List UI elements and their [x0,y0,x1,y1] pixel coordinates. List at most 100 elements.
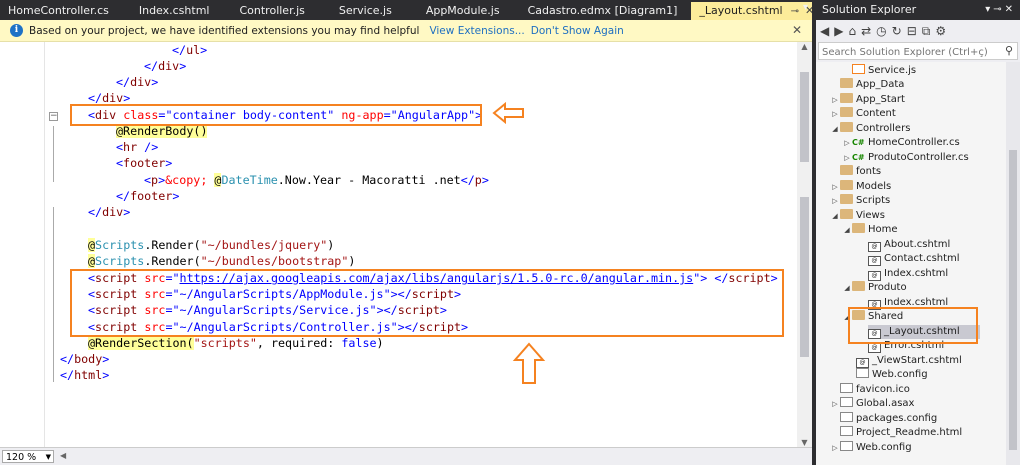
back-icon[interactable]: ◀ [820,24,829,38]
csharp-file-icon: C# [852,138,865,147]
config-file-icon [856,368,869,378]
tree-item[interactable]: ◢ Produto [842,281,907,295]
search-icon[interactable]: ⚲ [1005,44,1013,57]
tree-item[interactable]: Service.js [852,64,916,78]
dont-show-again-link[interactable]: Don't Show Again [531,25,624,37]
tree-item[interactable]: Web.config [856,368,928,382]
collapse-icon[interactable]: ◢ [830,122,840,136]
pane-controls-icon[interactable]: ▾⊸✕ [985,0,1016,20]
tree-item[interactable]: @ _ViewStart.cshtml [856,354,962,368]
cshtml-file-icon: @ [868,271,881,281]
refresh-icon[interactable]: ↻ [892,24,902,38]
code-line: @RenderSection("scripts", required: fals… [88,336,384,350]
properties-icon[interactable]: ⚙ [935,24,946,38]
folder-icon [840,78,853,88]
tab-index[interactable]: Index.cshtml [131,2,218,20]
tree-item[interactable]: packages.config [840,412,937,426]
tree-item[interactable]: ▷ Content [830,107,896,121]
scroll-thumb[interactable] [1009,150,1017,450]
code-line: <footer> [116,156,173,170]
tree-item[interactable]: ▷ Scripts [830,194,890,208]
collapse-all-icon[interactable]: ⊟ [907,24,917,38]
cshtml-file-icon: @ [868,256,881,266]
code-line: <hr /> [116,140,159,154]
expand-icon[interactable]: ▷ [842,151,852,165]
tab-layout-label: _Layout.cshtml [699,4,783,17]
collapse-icon[interactable]: ◢ [842,281,852,295]
scroll-thumb[interactable] [800,72,809,162]
view-extensions-link[interactable]: View Extensions... [429,25,524,37]
expand-icon[interactable]: ▷ [830,93,840,107]
tree-item[interactable]: ▷ C# ProdutoController.cs [842,151,968,165]
scroll-up-icon[interactable]: ▲ [797,42,812,51]
tree-item[interactable]: ◢ Home [842,223,898,237]
info-message: Based on your project, we have identifie… [29,24,420,37]
tree-item[interactable]: favicon.ico [840,383,910,397]
history-icon[interactable]: ◷ [876,24,886,38]
outline-guide [53,126,54,182]
tree-item[interactable]: ▷ Web.config [830,441,912,455]
editor-status-bar: 120 % ▼ ◀ [0,447,812,465]
highlight-box-scripts [70,269,784,337]
config-file-icon [840,441,853,451]
home-icon[interactable]: ⌂ [848,24,856,38]
tree-item[interactable]: ▷ Models [830,180,891,194]
scroll-left-icon[interactable]: ◀ [60,451,66,460]
tree-item[interactable]: ▷ App_Start [830,93,905,107]
cshtml-file-icon: @ [856,358,869,368]
tab-service-js[interactable]: Service.js [331,2,400,20]
folder-icon [852,281,865,291]
tab-overflow-icon[interactable]: ▾ [803,2,808,13]
solution-search-input[interactable] [819,43,994,61]
scroll-down-icon[interactable]: ▼ [797,438,812,447]
tree-item[interactable]: @ About.cshtml [868,238,950,252]
tree-item[interactable]: ◢ Controllers [830,122,910,136]
highlight-box-layout [848,307,978,344]
tree-item[interactable]: App_Data [830,78,904,92]
solution-scrollbar[interactable] [1006,62,1020,465]
folder-icon [840,209,853,219]
code-area[interactable]: − </ul> </div> </div> </div> <div class=… [0,42,797,447]
tree-item[interactable]: fonts [830,165,881,179]
vertical-scrollbar[interactable]: ▲ ▼ [797,42,812,447]
sync-icon[interactable]: ⇄ [861,24,871,38]
code-line: </body> [60,352,110,366]
tree-item[interactable]: @ Contact.cshtml [868,252,960,266]
solution-explorer: Solution Explorer ▾⊸✕ ◀ ▶ ⌂ ⇄ ◷ ↻ ⊟ ⧉ ⚙ … [812,0,1020,465]
tree-item[interactable]: ◢ Views [830,209,885,223]
tree-item[interactable]: ▷ Global.asax [830,397,914,411]
tree-item[interactable]: Project_Readme.html [840,426,962,440]
code-line: </html> [60,368,110,382]
collapse-icon[interactable]: ◢ [830,209,840,223]
expand-icon[interactable]: ▷ [842,136,852,150]
code-editor[interactable]: HomeController.cs Index.cshtml Controlle… [0,0,823,465]
pin-icon[interactable]: ⊸ [791,6,799,17]
solution-search[interactable]: ⚲ [818,42,1018,61]
code-line: <p>&copy; @DateTime.Now.Year - Macoratti… [144,173,489,187]
info-bar: i Based on your project, we have identif… [0,20,812,42]
up-arrow-icon [512,342,546,384]
show-all-icon[interactable]: ⧉ [922,24,931,39]
tree-item[interactable]: ▷ C# HomeController.cs [842,136,959,150]
expand-icon[interactable]: ▷ [830,397,840,411]
cshtml-file-icon: @ [868,242,881,252]
forward-icon[interactable]: ▶ [834,24,843,38]
zoom-select[interactable]: 120 % ▼ [2,450,54,463]
tree-item[interactable]: @ Index.cshtml [868,267,948,281]
expand-icon[interactable]: ▷ [830,180,840,194]
tab-cadastro-edmx[interactable]: Cadastro.edmx [Diagram1] [520,2,686,20]
scroll-thumb[interactable] [800,197,809,357]
document-tab-bar: HomeController.cs Index.cshtml Controlle… [0,0,823,20]
tab-homecontroller[interactable]: HomeController.cs [0,2,117,20]
code-line: </ul> [172,43,208,57]
code-line: @Scripts.Render("~/bundles/bootstrap") [88,254,356,268]
expand-icon[interactable]: ▷ [830,194,840,208]
collapse-icon[interactable]: ◢ [842,223,852,237]
collapse-icon[interactable]: − [49,112,58,121]
expand-icon[interactable]: ▷ [830,107,840,121]
cshtml-file-icon: @ [868,343,881,353]
close-icon[interactable]: ✕ [792,23,802,37]
tab-controller-js[interactable]: Controller.js [231,2,312,20]
tab-appmodule-js[interactable]: AppModule.js [418,2,508,20]
expand-icon[interactable]: ▷ [830,441,840,455]
